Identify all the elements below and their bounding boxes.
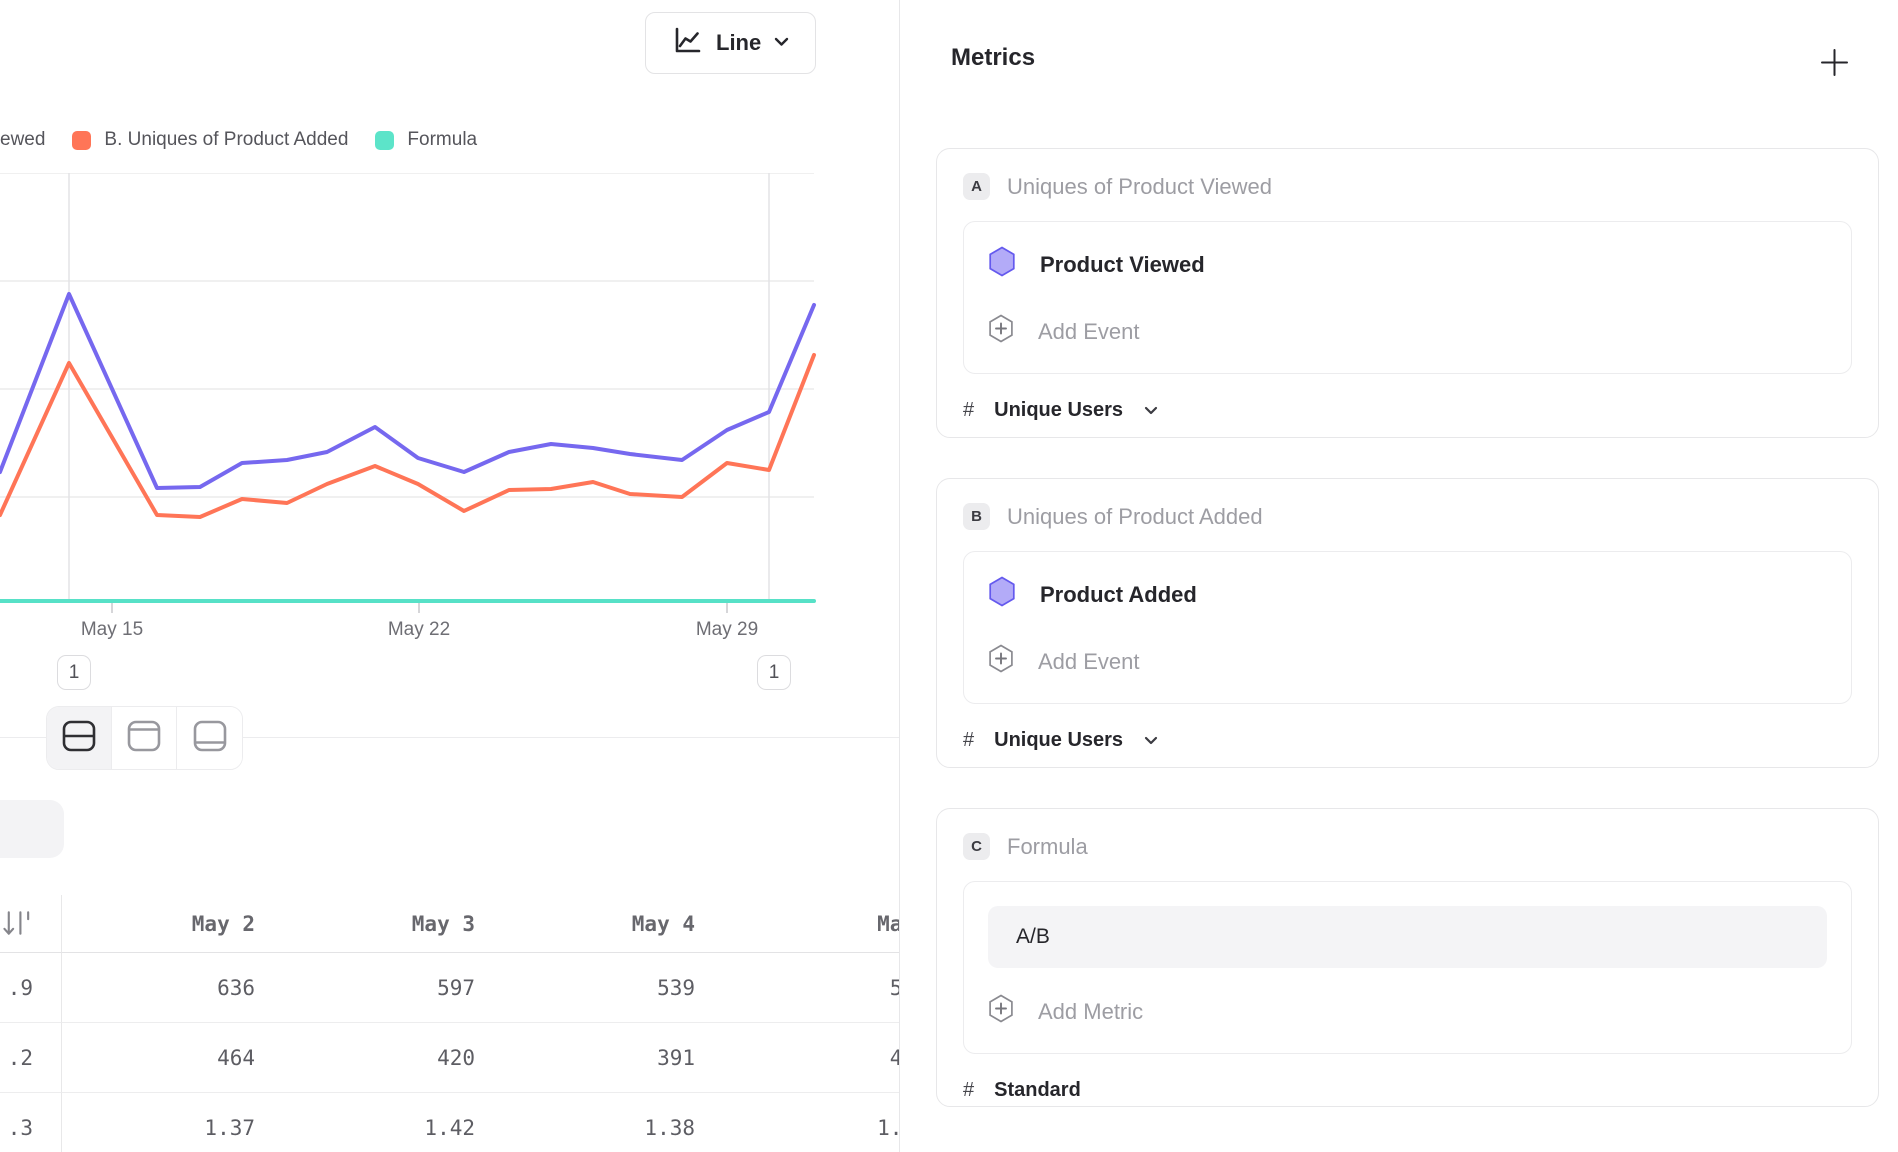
split-view-icon (62, 720, 96, 757)
x-axis-label: May 22 (388, 619, 450, 640)
event-name: Product Viewed (1040, 252, 1205, 278)
chart-type-dropdown[interactable]: Line (645, 12, 816, 74)
legend-swatch (72, 131, 91, 150)
hash-icon: # (963, 1079, 974, 1102)
table-cell: 597 (282, 953, 502, 1023)
chart-view-icon (127, 720, 161, 757)
legend-swatch (375, 131, 394, 150)
metric-card-a: A Uniques of Product Viewed Product View… (936, 148, 1879, 438)
hash-icon: # (963, 399, 974, 422)
measurement-label: Standard (994, 1079, 1081, 1102)
table-view-icon (193, 720, 227, 757)
table-cell: 46 (722, 1023, 899, 1093)
plus-icon (1819, 47, 1850, 78)
table-cell: .3 (0, 1093, 62, 1152)
annotation-badge[interactable]: 1 (757, 655, 791, 690)
table-toolbar-chip[interactable] (0, 800, 64, 858)
legend-label: ewed (0, 129, 45, 151)
layout-chart-view-button[interactable] (112, 707, 177, 769)
line-chart-icon (672, 25, 703, 61)
add-event-button[interactable]: Add Event (988, 314, 1827, 349)
table-cell: 636 (62, 953, 282, 1023)
add-event-label: Add Event (1038, 649, 1140, 675)
measurement-label: Unique Users (994, 399, 1123, 422)
sort-descending-icon (2, 909, 33, 939)
legend-label: Formula (407, 129, 477, 151)
legend-item[interactable]: B. Uniques of Product Added (72, 129, 348, 151)
add-metric-button[interactable]: Add Metric (988, 994, 1827, 1029)
legend-item[interactable]: Formula (375, 129, 477, 151)
column-header[interactable]: May (722, 895, 899, 953)
metrics-panel-title: Metrics (951, 44, 1035, 72)
metric-title: Uniques of Product Viewed (1007, 174, 1272, 200)
x-axis-label: May 15 (81, 619, 143, 640)
chevron-down-icon (774, 34, 789, 52)
layout-toggle-group (46, 706, 243, 770)
event-name: Product Added (1040, 582, 1197, 608)
layout-split-view-button[interactable] (47, 707, 112, 769)
metric-title: Uniques of Product Added (1007, 504, 1263, 530)
table-cell: 539 (502, 953, 722, 1023)
column-header[interactable]: May 4 (502, 895, 722, 953)
event-box: Product Added Add Event (963, 551, 1852, 704)
hexagon-plus-icon (988, 314, 1014, 349)
table-cell: .9 (0, 953, 62, 1023)
series-line (0, 294, 814, 488)
metric-badge-c: C (963, 833, 990, 860)
table-cell: 420 (282, 1023, 502, 1093)
add-event-button[interactable]: Add Event (988, 644, 1827, 679)
breakdown-table: May 2May 3May 4May .963659753959 .24644203… (0, 895, 899, 1152)
legend-item[interactable]: ewed (0, 129, 45, 151)
chevron-down-icon (1144, 736, 1158, 745)
table-cell: .2 (0, 1023, 62, 1093)
chart-legend: ewed B. Uniques of Product Added Formula (0, 124, 740, 156)
metric-card-b: B Uniques of Product Added Product Added (936, 478, 1879, 768)
measurement-dropdown[interactable]: # Unique Users (963, 729, 1852, 752)
event-row-product-added[interactable]: Product Added (988, 576, 1827, 613)
report-left-pane: Line ewed B. Uniques of Product Added Form… (0, 0, 899, 1152)
metric-card-c: C Formula A/B Add Metric # Standard (936, 808, 1879, 1107)
hash-icon: # (963, 729, 974, 752)
metric-badge-a: A (963, 173, 990, 200)
table-cell: 391 (502, 1023, 722, 1093)
x-axis-label: May 29 (696, 619, 758, 640)
table-cell: 464 (62, 1023, 282, 1093)
legend-label: B. Uniques of Product Added (104, 129, 348, 151)
table-cell: 1.2 (722, 1093, 899, 1152)
hexagon-plus-icon (988, 644, 1014, 679)
column-sort-header[interactable] (0, 895, 62, 953)
measurement-label: Unique Users (994, 729, 1123, 752)
layout-table-view-button[interactable] (177, 707, 242, 769)
measurement-dropdown[interactable]: # Unique Users (963, 399, 1852, 422)
event-row-product-viewed[interactable]: Product Viewed (988, 246, 1827, 283)
column-header[interactable]: May 3 (282, 895, 502, 953)
annotation-badge[interactable]: 1 (57, 655, 91, 690)
metrics-panel: Metrics A Uniques of Product Viewed Prod… (899, 0, 1898, 1152)
column-header[interactable]: May 2 (62, 895, 282, 953)
table-cell: 59 (722, 953, 899, 1023)
hexagon-plus-icon (988, 994, 1014, 1029)
chart-type-label: Line (716, 30, 761, 56)
series-line (0, 355, 814, 517)
add-event-label: Add Event (1038, 319, 1140, 345)
event-box: Product Viewed Add Event (963, 221, 1852, 374)
formula-box: A/B Add Metric (963, 881, 1852, 1054)
chevron-down-icon (1144, 406, 1158, 415)
add-metric-label: Add Metric (1038, 999, 1143, 1025)
metric-title: Formula (1007, 834, 1088, 860)
line-chart: May 15 May 22 May 29 (0, 173, 899, 643)
event-hexagon-icon (988, 246, 1016, 283)
table-cell: 1.42 (282, 1093, 502, 1152)
table-cell: 1.37 (62, 1093, 282, 1152)
table-cell: 1.38 (502, 1093, 722, 1152)
formula-input[interactable]: A/B (988, 906, 1827, 968)
metric-badge-b: B (963, 503, 990, 530)
event-hexagon-icon (988, 576, 1016, 613)
measurement-dropdown[interactable]: # Standard (963, 1079, 1852, 1102)
add-metric-plus-button[interactable] (1818, 46, 1850, 78)
